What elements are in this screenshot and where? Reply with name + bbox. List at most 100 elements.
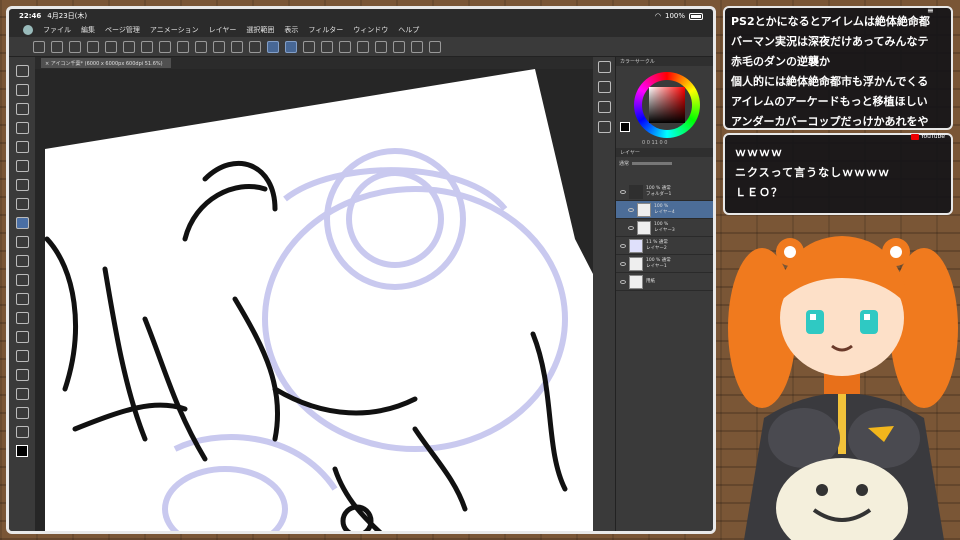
transform-icon[interactable] [177, 40, 189, 53]
fill-icon[interactable] [249, 40, 261, 53]
color-panel-icon[interactable] [597, 61, 611, 73]
menu-layer[interactable]: レイヤー [209, 25, 237, 35]
layer-thumbnail [629, 238, 643, 253]
chat-overlay-top: PS2とかになるとアイレムは絶体絶命都 バーマン実況は深夜だけあってみんなテ 赤… [723, 6, 953, 130]
subview-panel-icon[interactable] [597, 81, 611, 93]
blend-mode-select[interactable]: 通常 [619, 160, 629, 167]
menu-help[interactable]: ヘルプ [398, 25, 419, 35]
ruler-icon[interactable] [285, 40, 297, 53]
zoom-in-icon[interactable] [321, 40, 333, 53]
snap-icon[interactable] [303, 40, 315, 53]
document-tab[interactable]: × アイコン千葉* (6000 x 6000px 600dpi 51.6%) [41, 58, 171, 68]
app-logo-icon[interactable] [23, 25, 33, 35]
operation-tool-icon[interactable] [15, 103, 29, 115]
layer-name: フォルダー1 [646, 191, 672, 197]
open-icon[interactable] [51, 40, 63, 53]
layer-row[interactable]: 用紙 [616, 273, 713, 291]
canvas-artwork[interactable] [35, 69, 593, 534]
export-icon[interactable] [87, 40, 99, 53]
zoom-out-icon[interactable] [339, 40, 351, 53]
line-correction-tool-icon[interactable] [15, 426, 29, 438]
material-panel-icon[interactable] [597, 101, 611, 113]
menu-animation[interactable]: アニメーション [150, 25, 199, 35]
ipad-screen: 22:46 4月23日(木) ◠ 100% ファイル 編集 ページ管理 アニメー… [6, 6, 716, 534]
menu-selection[interactable]: 選択範囲 [246, 25, 274, 35]
invert-icon[interactable] [213, 40, 225, 53]
folder-icon [629, 184, 643, 199]
menu-window[interactable]: ウィンドウ [353, 25, 388, 35]
move-tool-icon[interactable] [15, 122, 29, 134]
figure-tool-icon[interactable] [15, 369, 29, 381]
cursor-icon: ≡ [927, 6, 934, 15]
avatar-zipper [838, 394, 846, 454]
saturation-value-square[interactable] [649, 87, 685, 123]
clear-icon[interactable] [159, 40, 171, 53]
save-icon[interactable] [69, 40, 81, 53]
deselect-icon[interactable] [195, 40, 207, 53]
layer-row[interactable]: 100 % 通常 フォルダー1 [616, 183, 713, 201]
menu-edit[interactable]: 編集 [81, 25, 95, 35]
eye-icon[interactable] [620, 261, 626, 266]
balloon-tool-icon[interactable] [15, 407, 29, 419]
eye-icon[interactable] [620, 243, 626, 248]
layer-row[interactable]: 11 % 通常 レイヤー2 [616, 237, 713, 255]
layer-row[interactable]: 100 % 通常 レイヤー1 [616, 255, 713, 273]
crop-icon[interactable] [231, 40, 243, 53]
pen-tool-icon[interactable] [15, 217, 29, 229]
eye-icon[interactable] [628, 225, 634, 230]
stabilizer-icon[interactable] [267, 40, 279, 53]
chat-message: バーマン実況は深夜だけあってみんなテ [731, 35, 929, 48]
hand-tool-icon[interactable] [15, 84, 29, 96]
menu-page[interactable]: ページ管理 [105, 25, 140, 35]
youtube-label: YouTube [920, 133, 945, 140]
fit-icon[interactable] [357, 40, 369, 53]
menu-filter[interactable]: フィルター [308, 25, 343, 35]
redo-icon[interactable] [141, 40, 153, 53]
blend-tool-icon[interactable] [15, 312, 29, 324]
layer-name: レイヤー2 [646, 245, 667, 251]
frame-icon[interactable] [411, 40, 423, 53]
lasso-tool-icon[interactable] [15, 160, 29, 172]
zoom-tool-icon[interactable] [15, 65, 29, 77]
avatar-eye-left [806, 310, 824, 334]
layer-name: レイヤー4 [654, 209, 675, 215]
tool-palette [9, 57, 35, 531]
brush-tool-icon[interactable] [15, 255, 29, 267]
eye-icon[interactable] [628, 207, 634, 212]
color-chip-small[interactable] [620, 122, 630, 132]
decoration-tool-icon[interactable] [15, 293, 29, 305]
history-panel-icon[interactable] [597, 121, 611, 133]
layer-row[interactable]: 100 % レイヤー3 [616, 219, 713, 237]
cloud-icon[interactable] [105, 40, 117, 53]
layer-panel-header[interactable]: レイヤー [616, 148, 713, 157]
gradient-tool-icon[interactable] [15, 350, 29, 362]
rotate-icon[interactable] [375, 40, 387, 53]
airbrush-tool-icon[interactable] [15, 274, 29, 286]
layer-name: レイヤー1 [646, 263, 667, 269]
new-icon[interactable] [33, 40, 45, 53]
flip-icon[interactable] [393, 40, 405, 53]
undo-icon[interactable] [123, 40, 135, 53]
layer-name: 用紙 [646, 278, 655, 284]
status-bar: 22:46 4月23日(木) ◠ 100% [9, 9, 713, 23]
eyedropper-tool-icon[interactable] [15, 198, 29, 210]
layer-row-selected[interactable]: 100 % レイヤー4 [616, 201, 713, 219]
text-tool-icon[interactable] [15, 388, 29, 400]
layer-thumbnail [637, 202, 651, 217]
youtube-icon [910, 133, 919, 140]
menu-file[interactable]: ファイル [43, 25, 71, 35]
layer-list: 100 % 通常 フォルダー1 100 % レイヤー4 100 % レイヤー3 [616, 183, 713, 291]
eraser-tool-icon[interactable] [15, 236, 29, 248]
menu-view[interactable]: 表示 [284, 25, 298, 35]
marquee-tool-icon[interactable] [15, 179, 29, 191]
canvas-viewport[interactable] [35, 69, 593, 534]
wand-tool-icon[interactable] [15, 141, 29, 153]
layer-controls: 通常 [616, 157, 713, 183]
hide-icon[interactable] [429, 40, 441, 53]
opacity-slider[interactable] [632, 162, 673, 165]
eye-icon[interactable] [620, 189, 626, 194]
fill-tool-icon[interactable] [15, 331, 29, 343]
color-circle-header[interactable]: カラーサークル [616, 57, 713, 66]
eye-icon[interactable] [620, 279, 626, 284]
main-color-chip[interactable] [16, 445, 28, 457]
